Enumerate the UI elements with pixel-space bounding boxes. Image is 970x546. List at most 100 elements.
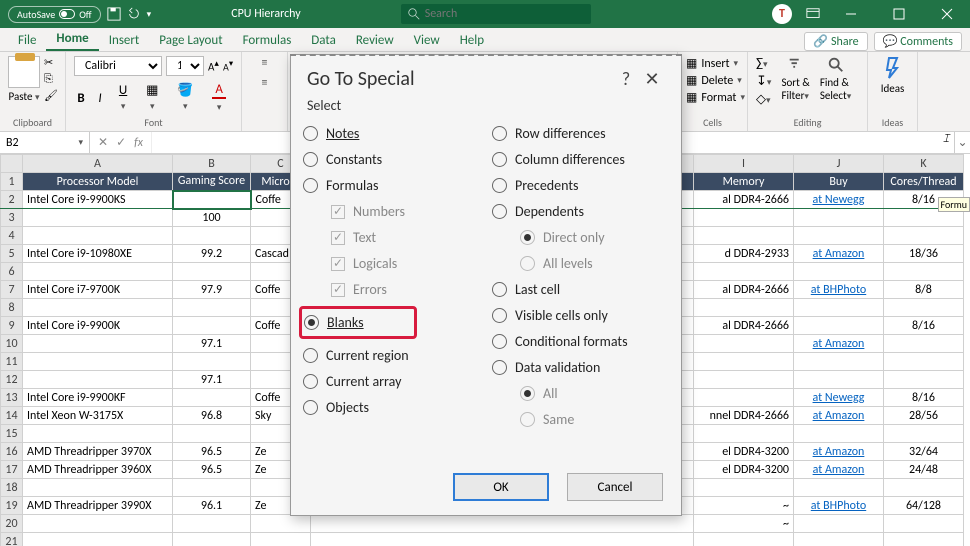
cell[interactable]: 8/8 — [884, 281, 964, 299]
cell[interactable] — [884, 515, 964, 533]
cell[interactable] — [794, 299, 884, 317]
cell[interactable] — [884, 371, 964, 389]
option-data-validation[interactable]: Data validation — [492, 358, 669, 377]
italic-button[interactable]: I — [93, 91, 107, 106]
row-header[interactable]: 16 — [1, 443, 23, 461]
cell[interactable]: at BHPhoto — [794, 281, 884, 299]
cell[interactable]: at BHPhoto — [794, 497, 884, 515]
expand-formula-bar-icon[interactable]: ⌄ — [954, 132, 970, 153]
cell[interactable]: al DDR4-2666 — [694, 281, 794, 299]
cell[interactable] — [173, 353, 251, 371]
cell[interactable]: 97.9 — [173, 281, 251, 299]
cell[interactable]: 8/16 — [884, 317, 964, 335]
cell[interactable] — [173, 479, 251, 497]
maximize-button[interactable] — [882, 0, 916, 28]
cell[interactable] — [251, 515, 311, 533]
font-color-button[interactable]: A▾ — [205, 82, 233, 114]
cell[interactable]: 97.1 — [173, 371, 251, 389]
tab-data[interactable]: Data — [301, 30, 346, 51]
bold-button[interactable]: B — [74, 91, 88, 106]
cell[interactable]: at Amazon — [794, 443, 884, 461]
cell[interactable] — [794, 317, 884, 335]
paste-button[interactable]: Paste ▾ — [8, 90, 40, 103]
col-header-a[interactable]: A — [23, 155, 173, 173]
ok-button[interactable]: OK — [453, 473, 549, 501]
option-current-array[interactable]: Current array — [303, 372, 480, 391]
cell[interactable]: ~ — [694, 515, 794, 533]
cell[interactable]: at Newegg — [794, 191, 884, 209]
dialog-close-button[interactable]: ✕ — [639, 68, 665, 90]
cells-delete-button[interactable]: ▦ Delete ▾ — [686, 73, 739, 88]
fill-color-button[interactable]: 🪣▾ — [170, 83, 200, 113]
cell[interactable] — [694, 209, 794, 227]
row-header[interactable]: 18 — [1, 479, 23, 497]
cell[interactable]: Intel Core i9-9900KS — [23, 191, 173, 209]
option-visible-cells[interactable]: Visible cells only — [492, 306, 669, 325]
cell[interactable]: 99.2 — [173, 245, 251, 263]
user-avatar[interactable]: T — [772, 4, 792, 24]
cell[interactable] — [694, 425, 794, 443]
cell[interactable] — [694, 263, 794, 281]
tab-insert[interactable]: Insert — [99, 30, 150, 51]
cell[interactable] — [794, 371, 884, 389]
row-header[interactable]: 15 — [1, 425, 23, 443]
cell[interactable] — [884, 263, 964, 281]
share-button[interactable]: 🔗 Share — [804, 32, 867, 51]
cell[interactable]: 96.5 — [173, 443, 251, 461]
cell[interactable]: 96.1 — [173, 497, 251, 515]
fx-icon[interactable]: fx — [134, 136, 143, 150]
autosave-toggle[interactable]: AutoSave Off — [8, 6, 101, 23]
row-header[interactable]: 13 — [1, 389, 23, 407]
cell[interactable]: 100 — [173, 209, 251, 227]
option-precedents[interactable]: Precedents — [492, 176, 669, 195]
cell[interactable] — [173, 533, 251, 546]
cell[interactable] — [23, 479, 173, 497]
row-header[interactable]: 8 — [1, 299, 23, 317]
cell[interactable]: Intel Xeon W-3175X — [23, 407, 173, 425]
cell[interactable]: 8/16 — [884, 389, 964, 407]
cell[interactable]: 18/36 — [884, 245, 964, 263]
cell[interactable] — [694, 371, 794, 389]
cell[interactable]: at Amazon — [794, 245, 884, 263]
cell[interactable] — [23, 353, 173, 371]
row-header[interactable]: 20 — [1, 515, 23, 533]
font-name-select[interactable]: Calibri — [74, 56, 162, 76]
row-header[interactable]: 17 — [1, 461, 23, 479]
cell[interactable] — [173, 389, 251, 407]
cell[interactable] — [794, 425, 884, 443]
cell[interactable] — [23, 209, 173, 227]
underline-button[interactable]: U▾ — [112, 83, 134, 113]
cell[interactable] — [251, 533, 311, 546]
row-header[interactable]: 10 — [1, 335, 23, 353]
increase-font-icon[interactable]: A▴ — [208, 58, 219, 74]
ribbon-options-icon[interactable] — [806, 7, 820, 21]
name-box[interactable]: B2▾ — [0, 132, 90, 153]
cell[interactable] — [23, 299, 173, 317]
find-select-button[interactable]: Find &Select▾ — [820, 56, 851, 102]
cell[interactable] — [884, 353, 964, 371]
row-header[interactable]: 21 — [1, 533, 23, 546]
cell[interactable]: Intel Core i9-10980XE — [23, 245, 173, 263]
cell[interactable]: Intel Core i9-9900KF — [23, 389, 173, 407]
cell[interactable]: nnel DDR4-2666 — [694, 407, 794, 425]
cell[interactable] — [694, 389, 794, 407]
table-header[interactable]: Gaming Score — [173, 173, 251, 191]
cell[interactable] — [794, 479, 884, 497]
cell[interactable] — [173, 515, 251, 533]
fill-icon[interactable]: ↧▾ — [756, 74, 771, 89]
cell[interactable] — [23, 533, 173, 546]
cell[interactable]: at Amazon — [794, 407, 884, 425]
cell[interactable] — [173, 191, 251, 209]
cell[interactable]: AMD Threadripper 3970X — [23, 443, 173, 461]
cell[interactable]: 96.8 — [173, 407, 251, 425]
minimize-button[interactable] — [834, 0, 868, 28]
row-header[interactable]: 4 — [1, 227, 23, 245]
select-all-corner[interactable] — [1, 155, 23, 173]
font-size-select[interactable]: 11 — [166, 56, 204, 76]
tab-page-layout[interactable]: Page Layout — [149, 30, 232, 51]
cell[interactable]: 64/128 — [884, 497, 964, 515]
cell[interactable]: el DDR4-3200 — [694, 443, 794, 461]
cell[interactable] — [794, 263, 884, 281]
comments-button[interactable]: 💬 Comments — [874, 32, 962, 51]
cell[interactable] — [884, 479, 964, 497]
